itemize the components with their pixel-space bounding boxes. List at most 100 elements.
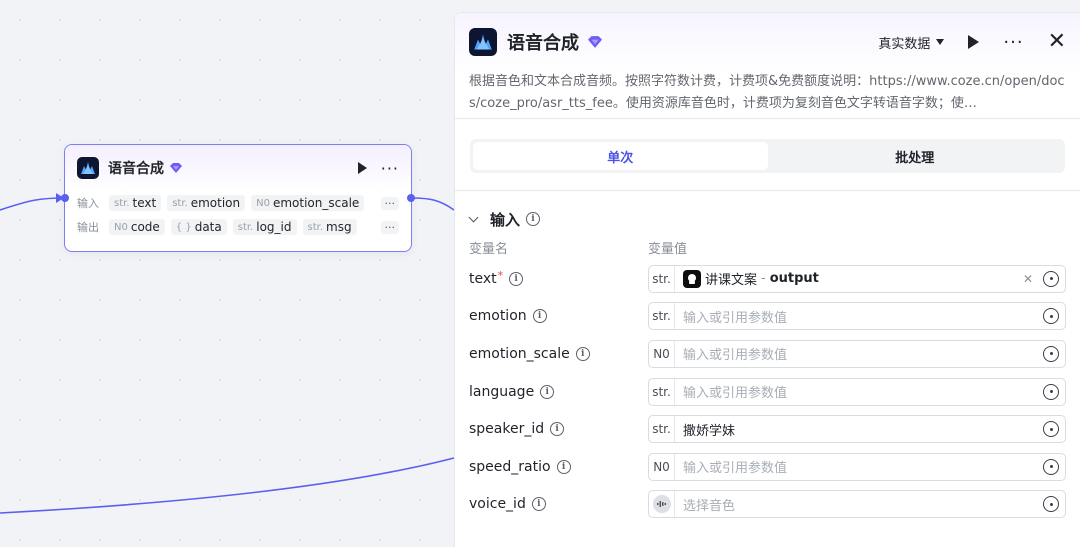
node-more-icon[interactable]: ··· xyxy=(381,159,399,178)
param-name: speed_ratio i xyxy=(469,459,648,475)
param-row-emotion-scale: emotion_scale i N0 输入或引用参数值 xyxy=(455,335,1080,373)
caret-down-icon xyxy=(936,39,945,45)
param-row-language: language i str. 输入或引用参数值 xyxy=(455,373,1080,411)
mode-tabs: 单次 批处理 xyxy=(470,139,1065,173)
info-icon[interactable]: i xyxy=(526,212,541,226)
info-icon[interactable]: i xyxy=(509,271,524,286)
param-row-speaker-id: speaker_id i str. 撒娇学妹 xyxy=(455,410,1080,448)
required-mark: * xyxy=(497,269,504,283)
reference-target-icon[interactable] xyxy=(1043,458,1059,475)
close-icon[interactable]: ✕ xyxy=(1048,31,1066,53)
param-field-emotion[interactable]: str. 输入或引用参数值 xyxy=(648,302,1066,331)
tts-app-icon xyxy=(77,157,99,179)
voice-type-icon xyxy=(649,491,675,518)
param-field-speaker-id[interactable]: str. 撒娇学妹 xyxy=(648,415,1066,444)
reference-target-icon[interactable] xyxy=(1043,270,1059,287)
data-mode-label: 真实数据 xyxy=(878,36,931,52)
input-chip: str. emotion xyxy=(167,195,246,211)
panel-header: 语音合成 真实数据 ··· ✕ 根据音色和文本合成音频。按照字符数计费，计费项&… xyxy=(455,13,1080,119)
inputs-more-icon[interactable]: ··· xyxy=(380,196,399,210)
tab-single[interactable]: 单次 xyxy=(473,142,768,170)
reference-target-icon[interactable] xyxy=(1043,345,1059,362)
node-outputs-row: 输出 N0 code { } data str. log_id str. msg ··· xyxy=(65,215,411,239)
info-icon[interactable]: i xyxy=(531,497,546,512)
output-chip: str. msg xyxy=(302,219,357,235)
param-name: language i xyxy=(469,384,648,400)
param-input[interactable]: 撒娇学妹 xyxy=(675,420,1043,439)
param-field-speed-ratio[interactable]: N0 输入或引用参数值 xyxy=(648,452,1066,481)
reference-chip[interactable]: 讲课文案 - output xyxy=(683,269,819,288)
input-chip: N0 emotion_scale xyxy=(251,195,365,211)
section-title: 输入 xyxy=(490,210,521,229)
node-inputs-row: 输入 str. text str. emotion N0 emotion_scale … xyxy=(65,191,411,215)
node-header: 语音合成 ··· xyxy=(65,145,411,191)
gem-icon xyxy=(170,163,182,173)
col-name: 变量名 xyxy=(469,241,509,257)
reference-target-icon[interactable] xyxy=(1043,496,1059,513)
edge-lower xyxy=(0,457,455,514)
data-mode-select[interactable]: 真实数据 xyxy=(878,33,945,52)
edge-in xyxy=(0,197,65,211)
voice-select[interactable]: 选择音色 xyxy=(675,495,1043,514)
param-row-emotion: emotion i str. 输入或引用参数值 xyxy=(455,298,1080,336)
inputs-label: 输入 xyxy=(77,197,99,210)
input-section-header[interactable]: 输入 i xyxy=(455,207,1080,231)
node-output-port[interactable] xyxy=(407,194,415,202)
ref-separator: - xyxy=(761,271,766,287)
reference-target-icon[interactable] xyxy=(1043,383,1059,400)
type-label: str. xyxy=(649,416,675,443)
input-chip: str. text xyxy=(109,195,162,211)
param-input[interactable]: 输入或引用参数值 xyxy=(675,457,1043,476)
tts-node[interactable]: 语音合成 ··· 输入 str. text str. emotion N0 emoti… xyxy=(64,144,412,252)
param-input[interactable]: 输入或引用参数值 xyxy=(675,307,1043,326)
outputs-more-icon[interactable]: ··· xyxy=(380,220,399,234)
ref-node-name: 讲课文案 xyxy=(705,273,758,289)
tts-app-icon xyxy=(469,28,497,56)
param-name: speaker_id i xyxy=(469,421,648,437)
type-label: N0 xyxy=(649,340,675,367)
info-icon[interactable]: i xyxy=(550,422,565,437)
reference-target-icon[interactable] xyxy=(1043,308,1059,325)
info-icon[interactable]: i xyxy=(575,346,590,361)
type-label: str. xyxy=(649,303,675,330)
node-config-panel: 语音合成 真实数据 ··· ✕ 根据音色和文本合成音频。按照字符数计费，计费项&… xyxy=(454,12,1080,547)
tab-batch[interactable]: 批处理 xyxy=(768,142,1063,170)
gem-icon xyxy=(588,36,602,48)
chevron-down-icon[interactable] xyxy=(468,212,479,222)
more-icon[interactable]: ··· xyxy=(1003,32,1023,53)
info-icon[interactable]: i xyxy=(532,309,547,324)
ref-output-name: output xyxy=(769,271,819,287)
node-ref-icon xyxy=(683,269,701,288)
param-field-text[interactable]: str. 讲课文案 - output ✕ xyxy=(648,264,1066,293)
param-name: text * i xyxy=(469,269,648,287)
param-row-text: text * i str. 讲课文案 - output ✕ xyxy=(455,260,1080,298)
param-name: emotion i xyxy=(469,308,648,324)
edge-out xyxy=(411,197,455,211)
param-row-voice-id: voice_id i 选择音色 xyxy=(455,486,1080,524)
clear-icon[interactable]: ✕ xyxy=(1023,272,1033,286)
node-input-port[interactable] xyxy=(61,194,69,202)
info-icon[interactable]: i xyxy=(556,459,571,474)
param-row-speed-ratio: speed_ratio i N0 输入或引用参数值 xyxy=(455,448,1080,486)
param-input[interactable]: 输入或引用参数值 xyxy=(675,382,1043,401)
output-chip: N0 code xyxy=(109,219,165,235)
param-name: emotion_scale i xyxy=(469,346,648,362)
node-title: 语音合成 xyxy=(108,161,164,177)
type-label: N0 xyxy=(649,453,675,480)
outputs-label: 输出 xyxy=(77,221,99,234)
run-icon[interactable] xyxy=(968,35,980,49)
param-list: text*i str. 讲课文案 - output ✕ emotioni xyxy=(455,260,1080,523)
reference-target-icon[interactable] xyxy=(1043,421,1059,438)
col-value: 变量值 xyxy=(648,241,688,257)
param-field-emotion-scale[interactable]: N0 输入或引用参数值 xyxy=(648,339,1066,368)
type-label: str. xyxy=(649,265,675,292)
param-name: voice_id i xyxy=(469,496,648,512)
output-chip: { } data xyxy=(170,219,227,235)
divider xyxy=(455,190,1080,191)
info-icon[interactable]: i xyxy=(540,384,555,399)
param-input[interactable]: 输入或引用参数值 xyxy=(675,344,1043,363)
node-run-icon[interactable] xyxy=(357,162,367,174)
panel-description: 根据音色和文本合成音频。按照字符数计费，计费项&免费额度说明：https://w… xyxy=(469,74,1065,111)
param-field-language[interactable]: str. 输入或引用参数值 xyxy=(648,377,1066,406)
param-field-voice-id[interactable]: 选择音色 xyxy=(648,490,1066,519)
